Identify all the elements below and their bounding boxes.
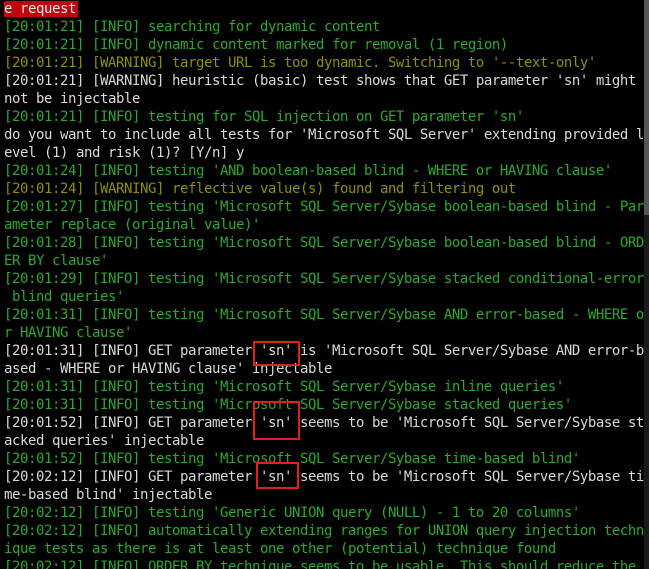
terminal-line: [20:01:28] [INFO] testing 'Microsoft SQL…: [4, 235, 644, 251]
terminal-line: [20:02:12] [INFO] testing 'Generic UNION…: [4, 505, 580, 521]
scrollbar-thumb[interactable]: [644, 0, 649, 215]
terminal-line: [20:01:31] [INFO] testing 'Microsoft SQL…: [4, 379, 564, 395]
terminal-line: e request: [4, 1, 78, 17]
terminal-line: me-based blind' injectable: [4, 487, 212, 503]
terminal-line: ameter replace (original value)': [4, 217, 260, 233]
terminal-line: ique tests as there is at least one othe…: [4, 541, 556, 557]
terminal-line: evel (1) and risk (1)? [Y/n] y: [4, 145, 244, 161]
highlight-box-sn-1: [253, 341, 300, 366]
terminal-line: not be injectable: [4, 91, 140, 107]
terminal-line: [20:01:24] [WARNING] reflective value(s)…: [4, 181, 516, 197]
highlight-box-sn-3: [256, 462, 299, 489]
terminal-line: [20:01:31] [INFO] GET parameter 'sn' is …: [4, 343, 644, 359]
terminal-line: [20:01:29] [INFO] testing 'Microsoft SQL…: [4, 271, 644, 287]
terminal-line: [20:01:52] [INFO] GET parameter 'sn' see…: [4, 415, 644, 431]
terminal-line: [20:01:31] [INFO] testing 'Microsoft SQL…: [4, 307, 644, 323]
terminal-line: [20:02:12] [INFO] automatically extendin…: [4, 523, 644, 539]
terminal-line: [20:01:21] [WARNING] heuristic (basic) t…: [4, 73, 636, 89]
terminal-window[interactable]: e request [20:01:21] [INFO] searching for…: [0, 0, 649, 569]
terminal-line: do you want to include all tests for 'Mi…: [4, 127, 644, 143]
terminal-line: ER BY clause': [4, 253, 108, 269]
terminal-line: blind queries': [4, 289, 124, 305]
terminal-line: r HAVING clause': [4, 325, 132, 341]
terminal-line: [20:02:12] [INFO] GET parameter 'sn' see…: [4, 469, 644, 485]
terminal-line: [20:01:24] [INFO] testing 'AND boolean-b…: [4, 163, 612, 179]
terminal-line: [20:02:12] [INFO] ORDER BY technique see…: [4, 559, 636, 569]
terminal-line: [20:01:21] [INFO] testing for SQL inject…: [4, 109, 524, 125]
terminal-line: [20:01:21] [INFO] searching for dynamic …: [4, 19, 380, 35]
terminal-scrollbar[interactable]: [644, 0, 649, 569]
terminal-line: [20:01:21] [INFO] dynamic content marked…: [4, 37, 508, 53]
terminal-line: [20:01:27] [INFO] testing 'Microsoft SQL…: [4, 199, 644, 215]
terminal-line: [20:01:21] [WARNING] target URL is too d…: [4, 55, 596, 71]
terminal-line: acked queries' injectable: [4, 433, 204, 449]
highlight-box-sn-2: [253, 401, 300, 440]
